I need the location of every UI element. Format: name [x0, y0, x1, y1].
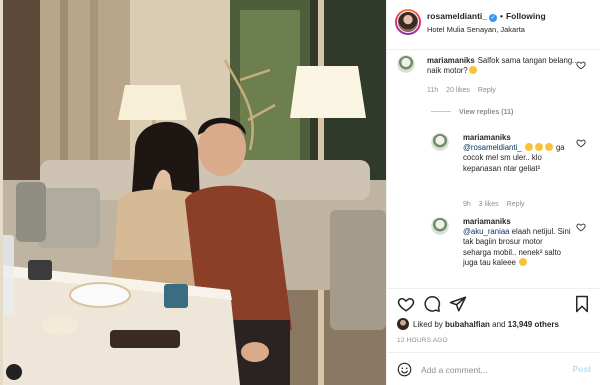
comment-icon[interactable]	[423, 295, 441, 313]
reply-meta: 9h 3 likes Reply	[463, 201, 533, 208]
comment-body: mariamaniks Salfok sama tangan belang.. n…	[427, 56, 577, 76]
comments-list: mariamaniks Salfok sama tangan belang.. n…	[387, 51, 600, 288]
bookmark-icon[interactable]	[573, 295, 591, 313]
author-username[interactable]: rosameldianti_	[427, 11, 487, 21]
reply-mention[interactable]: @rosameldianti_	[463, 143, 522, 152]
likes-conjunction: and	[492, 320, 506, 329]
smiley-icon[interactable]	[397, 362, 412, 377]
post-photo[interactable]	[0, 0, 386, 385]
following-button[interactable]: Following	[506, 11, 546, 21]
liker-avatar[interactable]	[397, 318, 409, 330]
photo-illustration	[0, 0, 386, 385]
post-timestamp[interactable]: 12 HOURS AGO	[397, 337, 448, 344]
post-comment-button[interactable]: Post	[573, 364, 591, 374]
reply-heart-icon[interactable]	[576, 138, 586, 148]
emoji-icon	[544, 143, 553, 152]
comment-input[interactable]	[421, 361, 561, 378]
verified-badge-icon: ✓	[489, 14, 497, 22]
emoji-icon	[519, 257, 528, 266]
emoji-icon	[534, 143, 543, 152]
emoji-icon	[468, 66, 477, 75]
view-replies-label: View replies (11)	[459, 109, 514, 116]
comment-composer: Post	[387, 352, 600, 385]
header-separator: •	[500, 11, 503, 21]
reply-item: mariamaniks @aku_raniaa elaah netijul. S…	[387, 213, 600, 288]
likes-prefix: Liked by	[413, 320, 443, 329]
comment-heart-icon[interactable]	[576, 60, 586, 70]
comment-item: mariamaniks Salfok sama tangan belang.. n…	[387, 51, 600, 103]
likes-count[interactable]: 13,949 others	[508, 320, 559, 329]
author-avatar[interactable]	[395, 9, 421, 35]
reply-body: mariamaniks @rosameldianti_ ga cocok mel…	[463, 133, 573, 174]
post-location[interactable]: Hotel Mulia Senayan, Jakarta	[427, 25, 525, 34]
comment-time: 11h	[427, 87, 439, 94]
author-avatar-image	[397, 11, 419, 33]
replier-avatar[interactable]	[431, 217, 449, 235]
comment-meta: 11h 20 likes Reply	[427, 87, 504, 94]
reply-username[interactable]: mariamaniks	[463, 133, 511, 142]
likes-summary: Liked by bubahalfian and 13,949 others	[397, 318, 597, 332]
replies-divider	[431, 111, 451, 112]
reply-time: 9h	[463, 201, 471, 208]
commenter-avatar[interactable]	[397, 55, 415, 73]
view-replies-button[interactable]: View replies (11)	[431, 109, 513, 116]
reply-button[interactable]: Reply	[507, 201, 525, 208]
reply-button[interactable]: Reply	[478, 87, 496, 94]
post-header: rosameldianti_ ✓ • Following Hotel Mulia Se…	[387, 0, 600, 50]
reply-body: mariamaniks @aku_raniaa elaah netijul. S…	[463, 217, 573, 268]
replier-avatar[interactable]	[431, 133, 449, 151]
instagram-post: rosameldianti_ ✓ • Following Hotel Mulia Se…	[0, 0, 600, 385]
liker-username[interactable]: bubahalfian	[445, 320, 490, 329]
heart-icon[interactable]	[397, 295, 415, 313]
reply-username[interactable]: mariamaniks	[463, 217, 511, 226]
comment-likes[interactable]: 20 likes	[446, 87, 470, 94]
reply-heart-icon[interactable]	[576, 222, 586, 232]
reply-item: mariamaniks @rosameldianti_ ga cocok mel…	[387, 129, 600, 214]
reply-mention[interactable]: @aku_raniaa	[463, 227, 510, 236]
comment-username[interactable]: mariamaniks	[427, 56, 475, 65]
post-side-panel: rosameldianti_ ✓ • Following Hotel Mulia Se…	[386, 0, 600, 385]
header-user-line: rosameldianti_ ✓ • Following	[427, 11, 546, 22]
reply-likes[interactable]: 3 likes	[479, 201, 499, 208]
post-actions-bar	[387, 288, 600, 318]
emoji-icon	[524, 143, 533, 152]
share-icon[interactable]	[449, 295, 467, 313]
